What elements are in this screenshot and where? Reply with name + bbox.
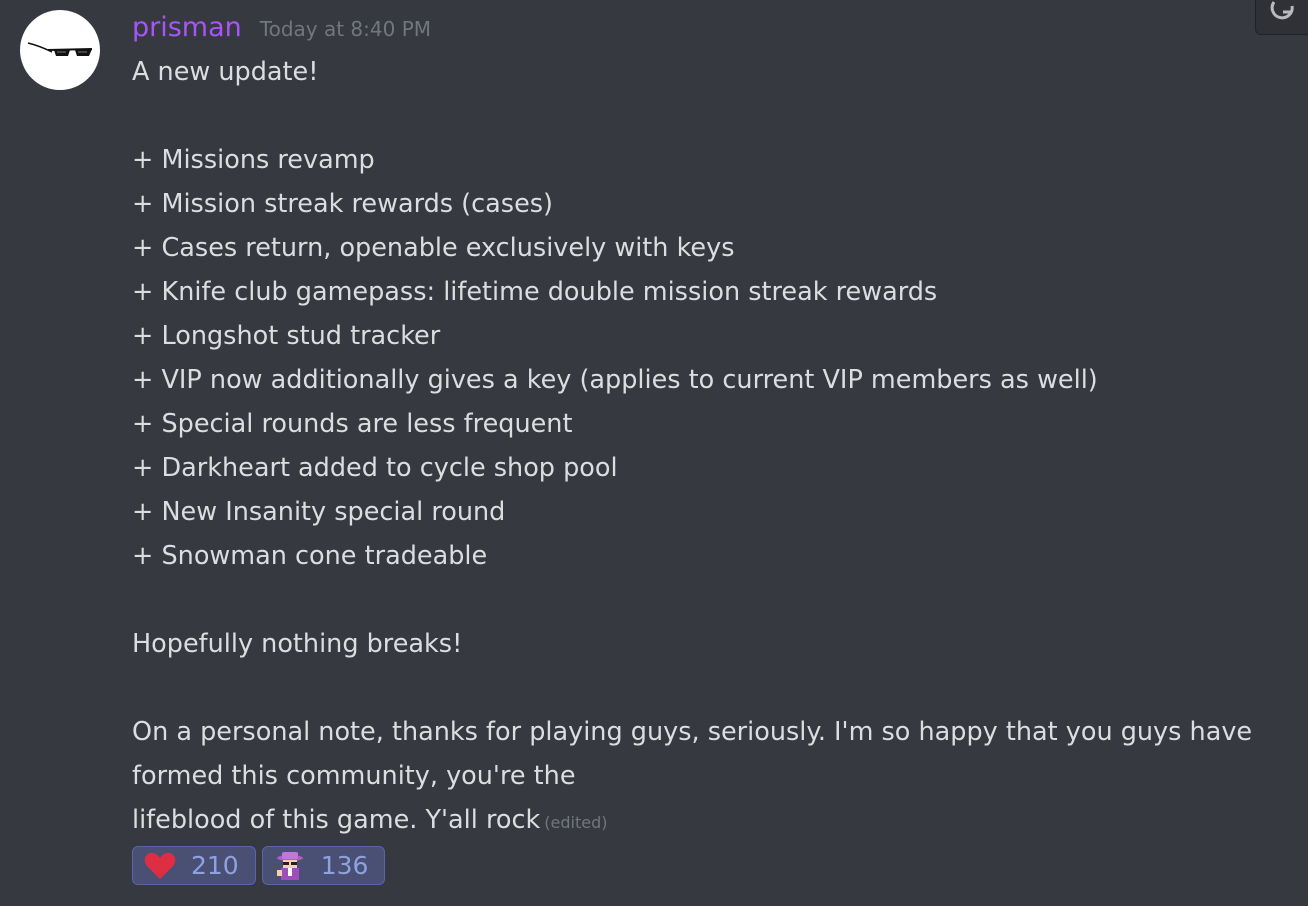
message-line: + Mission streak rewards (cases) bbox=[132, 189, 553, 219]
spy-character-emoji-icon bbox=[273, 851, 307, 881]
message-line: A new update! bbox=[132, 57, 319, 87]
reaction-spy[interactable]: 136 bbox=[261, 846, 386, 885]
message-line: + VIP now additionally gives a key (appl… bbox=[132, 365, 1098, 395]
heart-emoji-icon bbox=[143, 851, 177, 881]
reaction-heart[interactable]: 210 bbox=[132, 846, 256, 885]
message-line: + Special rounds are less frequent bbox=[132, 409, 573, 439]
message-line: + Darkheart added to cycle shop pool bbox=[132, 453, 618, 483]
message-last-line: lifeblood of this game. Y'all rock (edite… bbox=[132, 798, 1292, 842]
user-avatar[interactable] bbox=[20, 10, 100, 90]
message-line bbox=[132, 666, 1292, 710]
message-line: + Cases return, openable exclusively wit… bbox=[132, 233, 735, 263]
chat-message: prisman Today at 8:40 PM A new update! +… bbox=[0, 0, 1308, 906]
message-timestamp[interactable]: Today at 8:40 PM bbox=[260, 9, 431, 49]
message-line: + Knife club gamepass: lifetime double m… bbox=[132, 277, 938, 307]
add-reaction-icon bbox=[1270, 1, 1294, 20]
message-content: A new update! + Missions revamp + Missio… bbox=[132, 50, 1292, 842]
sunglasses-avatar-icon bbox=[27, 42, 93, 56]
message-header: prisman Today at 8:40 PM bbox=[132, 8, 431, 48]
message-line: On a personal note, thanks for playing g… bbox=[132, 717, 1253, 791]
message-line: Hopefully nothing breaks! bbox=[132, 629, 463, 659]
message-line-text: lifeblood of this game. Y'all rock bbox=[132, 805, 541, 835]
reaction-count: 210 bbox=[191, 851, 239, 880]
reactions-bar: 210 136 bbox=[132, 846, 386, 885]
message-line: + Snowman cone tradeable bbox=[132, 541, 488, 571]
add-reaction-button[interactable] bbox=[1255, 0, 1308, 35]
message-line: + Missions revamp bbox=[132, 145, 375, 175]
message-line: + New Insanity special round bbox=[132, 497, 506, 527]
reaction-count: 136 bbox=[320, 851, 369, 880]
author-username[interactable]: prisman bbox=[132, 8, 242, 48]
edited-label[interactable]: (edited) bbox=[544, 813, 607, 832]
message-line bbox=[132, 94, 1292, 138]
message-line bbox=[132, 578, 1292, 622]
message-line: + Longshot stud tracker bbox=[132, 321, 441, 351]
